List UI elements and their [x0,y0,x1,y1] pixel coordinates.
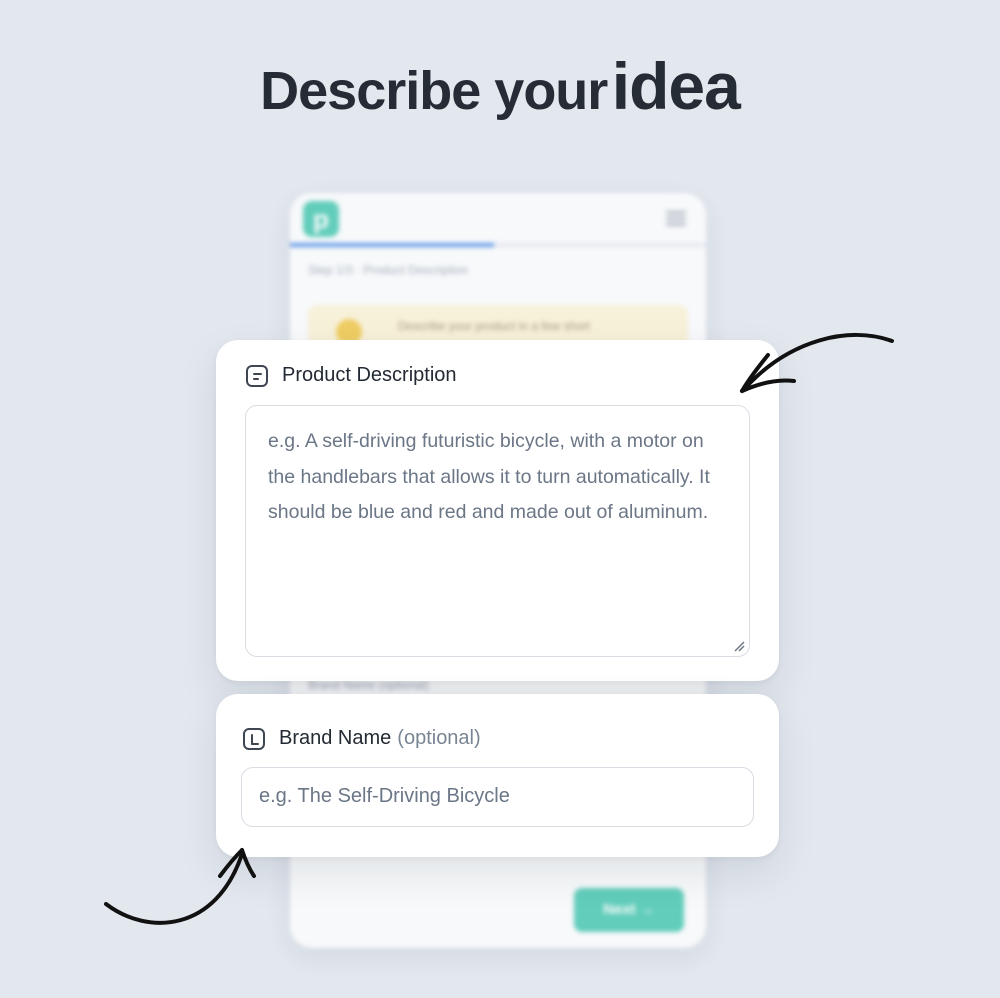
next-button[interactable]: Next → [574,888,684,932]
hint-text: Describe your product in a few short [398,319,591,333]
brand-name-input[interactable]: e.g. The Self-Driving Bicycle [241,767,754,827]
progress-bar [290,243,706,247]
product-description-card: Product Description e.g. A self-driving … [216,340,779,681]
arrow-to-description-icon [740,332,894,393]
brand-name-label: Brand Name [279,727,392,749]
step-indicator: Step 1/3 · Product Description [308,263,469,277]
page-headline: Describe your idea [0,48,1000,124]
product-description-label-row: Product Description [246,364,457,387]
brand-name-placeholder: e.g. The Self-Driving Bicycle [259,785,510,807]
product-description-label: Product Description [282,364,457,386]
app-logo: p [303,201,339,237]
letter-l-icon [243,727,265,750]
headline-text: Describe your [260,61,608,121]
brand-name-card: Brand Name (optional) e.g. The Self-Driv… [216,694,779,857]
arrow-to-brand-name-icon [104,848,256,925]
brand-name-label-row: Brand Name (optional) [243,727,481,750]
menu-icon [666,211,686,229]
product-description-placeholder: e.g. A self-driving futuristic bicycle, … [268,430,710,523]
headline-emphasis: idea [611,49,741,123]
product-description-textarea[interactable]: e.g. A self-driving futuristic bicycle, … [245,405,750,657]
resize-handle-icon[interactable] [733,640,745,652]
optional-label: (optional) [397,727,481,749]
progress-fill [290,243,494,247]
text-lines-icon [246,364,268,387]
